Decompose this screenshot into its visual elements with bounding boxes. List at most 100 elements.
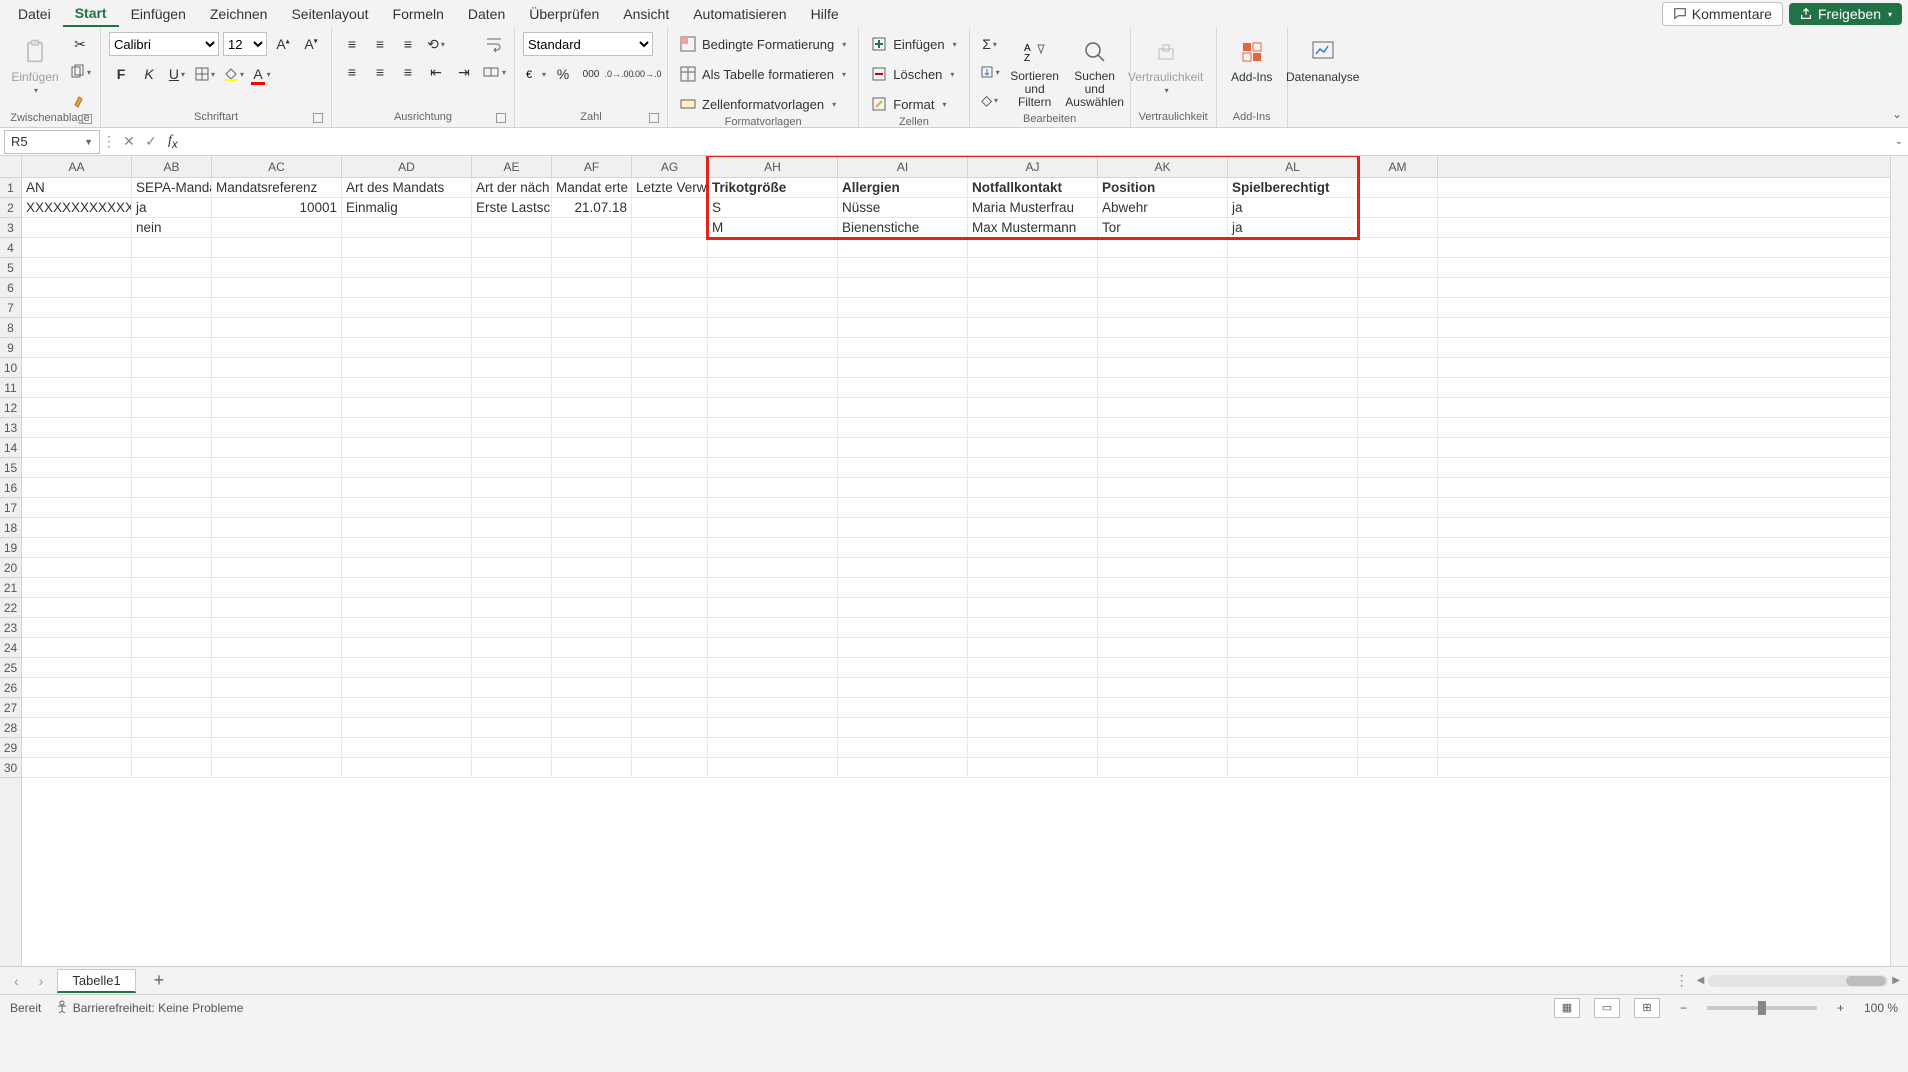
menu-hilfe[interactable]: Hilfe [799,2,851,26]
cell[interactable] [132,358,212,377]
cell[interactable] [472,718,552,737]
cell[interactable] [968,358,1098,377]
cell[interactable] [708,698,838,717]
cell[interactable] [1098,358,1228,377]
cell[interactable] [632,318,708,337]
cell[interactable] [632,258,708,277]
cell[interactable]: Nüsse [838,198,968,217]
autosum-button[interactable]: Σ▾ [978,32,1002,56]
cell[interactable] [968,598,1098,617]
cell[interactable] [838,698,968,717]
cell[interactable] [552,258,632,277]
table-row[interactable] [22,338,1890,358]
cell[interactable] [22,338,132,357]
cell[interactable] [552,438,632,457]
cell[interactable] [1098,658,1228,677]
row-header[interactable]: 6 [0,278,21,298]
cell[interactable] [1358,178,1438,197]
cell[interactable] [838,458,968,477]
cell[interactable] [632,278,708,297]
cell[interactable] [838,298,968,317]
cell[interactable] [708,718,838,737]
cell[interactable] [472,458,552,477]
cell[interactable]: Erste Lastscl [472,198,552,217]
cell[interactable]: 10001 [212,198,342,217]
cell[interactable] [708,598,838,617]
cell[interactable] [1358,638,1438,657]
cell[interactable] [1228,398,1358,417]
cell[interactable] [1098,298,1228,317]
cell[interactable] [472,518,552,537]
cell[interactable] [472,218,552,237]
increase-indent-button[interactable]: ⇥ [452,60,476,84]
fx-icon[interactable]: fx [168,133,178,151]
cell[interactable] [838,418,968,437]
column-header[interactable]: AF [552,156,632,177]
row-header[interactable]: 25 [0,658,21,678]
row-header[interactable]: 2 [0,198,21,218]
cell[interactable] [838,238,968,257]
comments-button[interactable]: Kommentare [1662,2,1783,26]
dialog-launcher-icon[interactable] [649,113,659,123]
cell[interactable] [342,518,472,537]
clear-button[interactable]: ◇▾ [978,88,1002,112]
cell[interactable] [1228,438,1358,457]
cell[interactable] [968,378,1098,397]
cell[interactable] [342,298,472,317]
cell[interactable] [968,458,1098,477]
accounting-button[interactable]: €▾ [523,62,547,86]
cell[interactable] [472,658,552,677]
cell[interactable] [1098,718,1228,737]
align-bottom-button[interactable]: ≡ [396,32,420,56]
scrollbar-thumb[interactable] [1846,976,1886,986]
cell[interactable] [708,618,838,637]
cell[interactable] [1228,578,1358,597]
cell[interactable] [552,218,632,237]
cell[interactable] [968,618,1098,637]
menu-automatisieren[interactable]: Automatisieren [681,2,798,26]
table-row[interactable] [22,618,1890,638]
thousand-sep-button[interactable]: 000 [579,62,603,86]
cell[interactable] [472,738,552,757]
cell[interactable] [632,498,708,517]
cell[interactable] [212,758,342,777]
cell[interactable] [552,598,632,617]
cell[interactable] [632,358,708,377]
cell[interactable] [212,418,342,437]
cell[interactable] [632,538,708,557]
cell[interactable] [1358,718,1438,737]
cell-styles-button[interactable]: Zellenformatvorlagen▾ [676,92,840,116]
cell[interactable] [132,438,212,457]
cell[interactable] [632,658,708,677]
format-cells-button[interactable]: Format▾ [867,92,950,116]
cell[interactable] [552,758,632,777]
cell[interactable] [838,278,968,297]
table-row[interactable] [22,458,1890,478]
cell[interactable] [1098,518,1228,537]
cell[interactable] [552,458,632,477]
cell[interactable] [342,598,472,617]
cell[interactable] [132,758,212,777]
cell[interactable] [838,398,968,417]
cell[interactable] [1228,518,1358,537]
cell[interactable] [1358,738,1438,757]
cell[interactable] [472,558,552,577]
cell[interactable]: Max Mustermann [968,218,1098,237]
dialog-launcher-icon[interactable] [82,114,92,124]
column-header[interactable]: AD [342,156,472,177]
cell[interactable] [1228,278,1358,297]
cell[interactable] [968,418,1098,437]
cell[interactable]: ja [1228,218,1358,237]
cell[interactable] [1358,578,1438,597]
scroll-right-button[interactable]: ▶ [1892,975,1900,986]
cell[interactable] [1098,438,1228,457]
cell[interactable] [708,298,838,317]
add-sheet-button[interactable]: + [144,970,175,991]
decrease-decimal-button[interactable]: .00→.0 [635,62,659,86]
cell[interactable] [1098,418,1228,437]
cancel-formula-button[interactable]: ✕ [118,133,140,150]
cell[interactable] [1228,678,1358,697]
cell[interactable] [968,698,1098,717]
cell[interactable] [22,638,132,657]
table-row[interactable] [22,718,1890,738]
